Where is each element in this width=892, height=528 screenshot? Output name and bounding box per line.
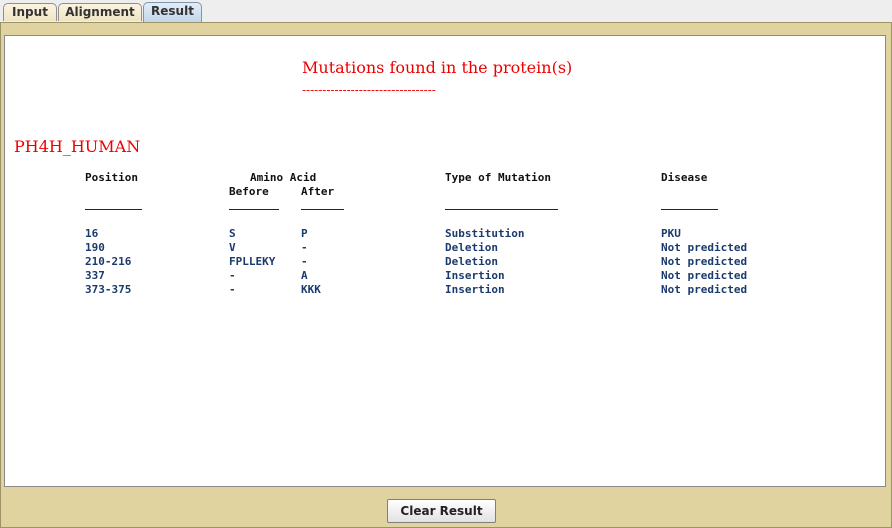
header-rule-before [229,209,279,210]
tab-input[interactable]: Input [3,3,57,21]
header-type: Type of Mutation [445,171,551,184]
cell-before: S [229,227,236,240]
cell-after: - [301,241,308,254]
cell-before: - [229,269,236,282]
cell-before: - [229,283,236,296]
cell-before: FPLLEKY [229,255,276,268]
cell-type: Deletion [445,255,498,268]
cell-after: P [301,227,308,240]
result-panel: Mutations found in the protein(s) ------… [0,22,892,528]
cell-position: 16 [85,227,99,240]
tab-alignment[interactable]: Alignment [58,3,142,21]
header-rule-position [85,209,142,210]
result-content-area: Mutations found in the protein(s) ------… [4,35,886,487]
cell-disease: PKU [661,227,681,240]
cell-after: - [301,255,308,268]
cell-after: KKK [301,283,321,296]
cell-type: Insertion [445,283,505,296]
header-disease: Disease [661,171,708,184]
header-rule-disease [661,209,718,210]
cell-position: 337 [85,269,105,282]
cell-position: 210-216 [85,255,132,268]
header-after: After [301,185,335,198]
cell-position: 190 [85,241,105,254]
header-amino-acid: Amino Acid [250,171,317,184]
cell-after: A [301,269,308,282]
cell-disease: Not predicted [661,283,748,296]
cell-disease: Not predicted [661,255,748,268]
cell-before: V [229,241,236,254]
header-rule-type [445,209,558,210]
cell-disease: Not predicted [661,269,748,282]
header-position: Position [85,171,138,184]
clear-result-button[interactable]: Clear Result [387,499,496,523]
tab-result[interactable]: Result [143,2,202,22]
cell-type: Deletion [445,241,498,254]
tab-bar: Input Alignment Result [0,0,892,22]
result-title: Mutations found in the protein(s) [302,58,573,77]
cell-disease: Not predicted [661,241,748,254]
header-before: Before [229,185,269,198]
result-title-underline: --------------------------------- [302,83,436,97]
protein-name: PH4H_HUMAN [14,137,141,156]
header-rule-after [301,209,344,210]
cell-type: Insertion [445,269,505,282]
cell-type: Substitution [445,227,525,240]
cell-position: 373-375 [85,283,132,296]
